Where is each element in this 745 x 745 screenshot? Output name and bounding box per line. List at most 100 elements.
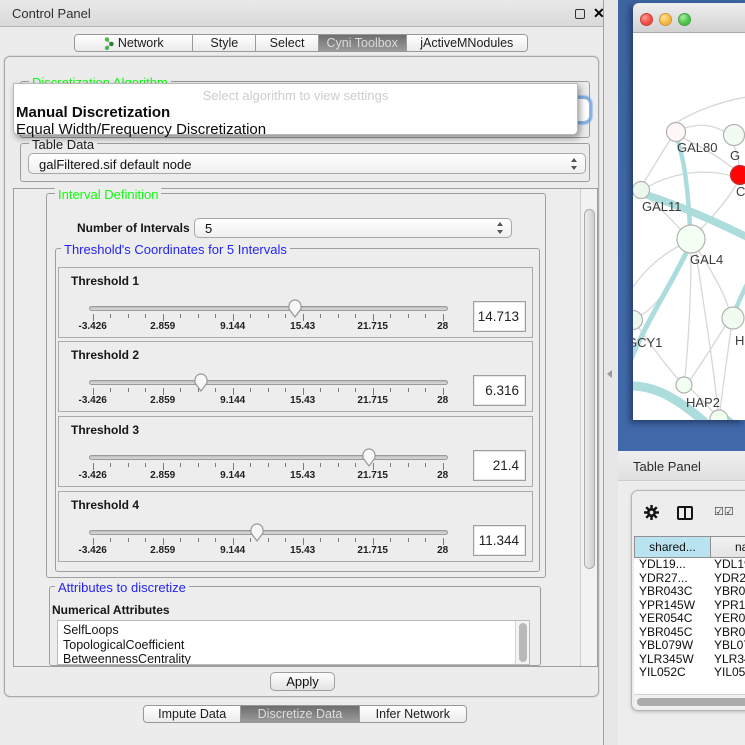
threshold-label: Threshold 4: [71, 498, 139, 512]
slider-tick: [163, 388, 164, 395]
table-row[interactable]: YLR345WYLR345W: [634, 653, 745, 667]
cell-shared-name: YBR045C: [634, 626, 709, 640]
slider-tick-label: 15.43: [290, 545, 315, 556]
attributes-list[interactable]: SelfLoopsTopologicalCoefficientBetweenne…: [57, 620, 530, 665]
tab-impute-data[interactable]: Impute Data: [144, 706, 240, 722]
split-columns-icon[interactable]: [677, 506, 693, 520]
threshold-value-field[interactable]: 14.713: [473, 301, 526, 332]
slider-thumb[interactable]: [249, 522, 265, 542]
tab-jactivemnodules[interactable]: jActiveMNodules: [406, 35, 527, 51]
network-node[interactable]: [676, 377, 692, 393]
slider-tick-label: 2.859: [150, 470, 175, 481]
slider-track[interactable]: [89, 530, 448, 535]
slider-tick: [338, 314, 339, 318]
vertical-scrollbar[interactable]: [580, 189, 597, 666]
slider-tick: [180, 314, 181, 318]
num-intervals-spinner[interactable]: 5: [194, 218, 512, 238]
tab-network[interactable]: Network: [75, 35, 192, 51]
slider-tick: [320, 538, 321, 542]
slider-tick-label: -3.426: [79, 545, 107, 556]
cell-shared-name: YDR27...: [634, 572, 709, 586]
network-node-label: GAL80: [677, 140, 717, 155]
vertical-scrollbar-thumb[interactable]: [584, 209, 595, 569]
attributes-list-scrollbar[interactable]: [515, 621, 529, 664]
slider-tick: [145, 314, 146, 318]
slider-tick: [128, 463, 129, 467]
close-icon[interactable]: ✕: [593, 5, 605, 22]
tab-style[interactable]: Style: [192, 35, 255, 51]
collapse-arrow-icon[interactable]: [607, 370, 612, 378]
select-columns-icon[interactable]: ☑☑: [714, 505, 734, 518]
popup-item-equal-width[interactable]: Equal Width/Frequency Discretization: [16, 121, 266, 138]
network-node-label: G: [730, 148, 740, 163]
tab-cyni-toolbox[interactable]: Cyni Toolbox: [318, 35, 406, 51]
slider-thumb[interactable]: [287, 298, 303, 318]
tab-select[interactable]: Select: [255, 35, 318, 51]
slider-tick: [93, 314, 94, 321]
slider-tick: [145, 388, 146, 392]
network-node[interactable]: [731, 166, 745, 185]
minimize-traffic-light-icon[interactable]: [659, 13, 672, 26]
network-node[interactable]: [677, 225, 705, 253]
slider-tick-label: 9.144: [220, 545, 245, 556]
threshold-value-field[interactable]: 6.316: [473, 375, 526, 406]
slider-tick: [443, 538, 444, 545]
threshold-label: Threshold 2: [71, 348, 139, 362]
num-intervals-label: Number of Intervals: [77, 221, 190, 235]
cell-name: YBR043C: [709, 585, 745, 599]
splitpane-divider[interactable]: [604, 0, 618, 745]
close-traffic-light-icon[interactable]: [640, 13, 653, 26]
thresholds-groupbox: Threshold's Coordinates for 5 Intervals …: [55, 248, 540, 572]
slider-track[interactable]: [89, 380, 448, 385]
network-node[interactable]: [722, 307, 744, 329]
threshold-value-field[interactable]: 21.4: [473, 450, 526, 481]
popup-item-manual[interactable]: Manual Discretization: [16, 104, 170, 121]
table-hscrollbar[interactable]: [634, 694, 745, 708]
slider-tick-label: 15.43: [290, 470, 315, 481]
cell-shared-name: YDL19...: [634, 558, 709, 572]
table-row[interactable]: YDL19...YDL19: [634, 558, 745, 572]
table-data-combo[interactable]: galFiltered.sif default node: [28, 153, 586, 174]
table-row[interactable]: YDR27...YDR27: [634, 572, 745, 586]
tab-discretize-data[interactable]: Discretize Data: [240, 706, 358, 722]
slider-tick: [390, 463, 391, 467]
table-rows-empty-area: [634, 676, 745, 694]
table-row[interactable]: YER054CYER054C: [634, 612, 745, 626]
slider-thumb[interactable]: [193, 372, 209, 392]
network-edge: [644, 140, 670, 182]
algorithm-dropdown-popup: Select algorithm to view settings Manual…: [13, 83, 578, 135]
attributes-groupbox: Attributes to discretize Numerical Attri…: [49, 586, 541, 666]
column-header-shared-name[interactable]: shared...: [634, 536, 711, 558]
gear-icon[interactable]: [644, 505, 659, 525]
table-row[interactable]: YPR145WYPR145W: [634, 599, 745, 613]
slider-tick: [268, 388, 269, 392]
attribute-item[interactable]: TopologicalCoefficient: [58, 638, 529, 653]
network-canvas[interactable]: GAL80GCGAL11GAL4GCY1HHAP2: [633, 33, 745, 420]
column-header-name[interactable]: name: [710, 536, 745, 558]
slider-thumb[interactable]: [361, 447, 377, 467]
threshold-value-field[interactable]: 11.344: [473, 525, 526, 556]
network-node[interactable]: [633, 182, 650, 199]
slider-track[interactable]: [89, 306, 448, 311]
slider-track[interactable]: [89, 455, 448, 460]
slider-tick: [110, 388, 111, 392]
apply-button[interactable]: Apply: [270, 672, 335, 691]
slider-tick: [285, 388, 286, 392]
attribute-item[interactable]: SelfLoops: [58, 623, 529, 638]
tab-infer-network[interactable]: Infer Network: [359, 706, 466, 722]
attribute-item[interactable]: BetweennessCentrality: [58, 652, 529, 665]
network-node[interactable]: [667, 123, 686, 142]
table-row[interactable]: YIL052CYIL052C: [634, 666, 745, 676]
network-node[interactable]: [724, 125, 745, 146]
table-row[interactable]: YBR043CYBR043C: [634, 585, 745, 599]
table-row[interactable]: YBR045CYBR045C: [634, 626, 745, 640]
table-row[interactable]: YBL079WYBL079W: [634, 639, 745, 653]
zoom-traffic-light-icon[interactable]: [678, 13, 691, 26]
numerical-attributes-label: Numerical Attributes: [52, 603, 170, 617]
slider-tick: [110, 463, 111, 467]
bottom-tabs: Impute DataDiscretize DataInfer Network: [143, 705, 467, 723]
float-window-icon[interactable]: [575, 9, 585, 19]
network-node[interactable]: [633, 311, 643, 330]
slider-tick: [198, 314, 199, 318]
slider-tick: [425, 463, 426, 467]
